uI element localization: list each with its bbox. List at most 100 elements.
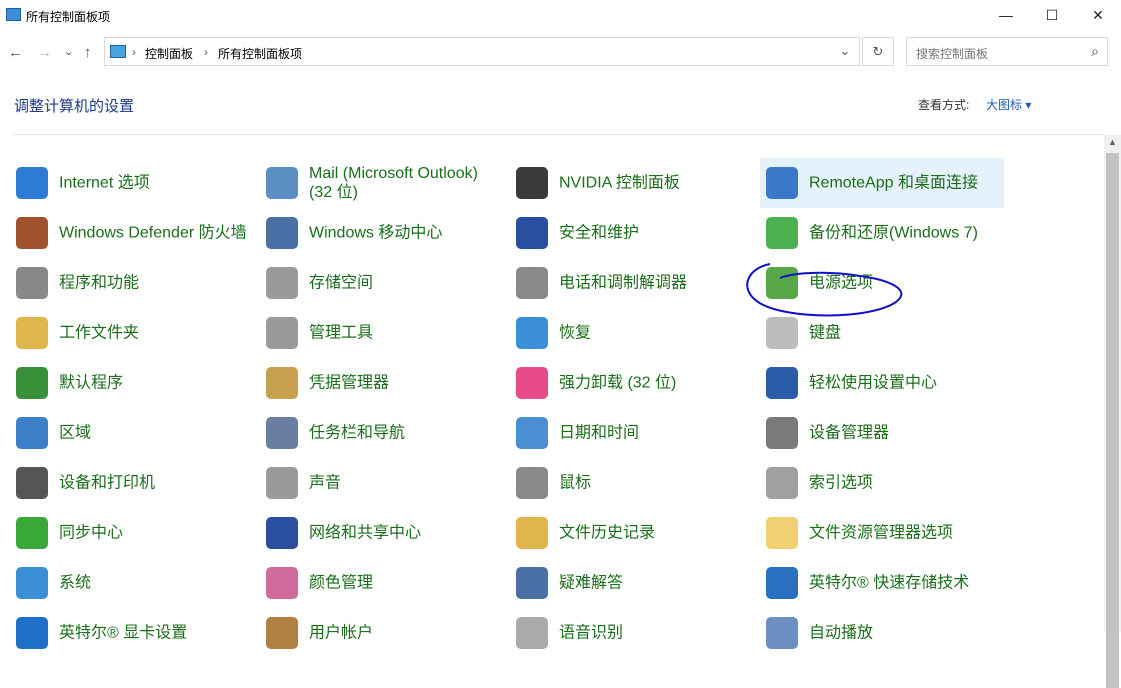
- control-panel-item[interactable]: Windows 移动中心: [260, 208, 504, 258]
- item-icon: [516, 567, 548, 599]
- scrollbar-thumb[interactable]: [1106, 153, 1119, 688]
- refresh-button[interactable]: ↻: [862, 37, 894, 66]
- search-icon[interactable]: ⌕: [1091, 43, 1099, 60]
- item-icon: [16, 517, 48, 549]
- search-placeholder: 搜索控制面板: [916, 45, 988, 62]
- up-button[interactable]: ↑: [84, 44, 92, 61]
- item-label: 语音识别: [559, 624, 754, 643]
- item-label: RemoteApp 和桌面连接: [809, 174, 1004, 193]
- control-panel-item[interactable]: 语音识别: [510, 608, 754, 658]
- control-panel-item[interactable]: 恢复: [510, 308, 754, 358]
- item-icon: [516, 267, 548, 299]
- control-panel-item[interactable]: 用户帐户: [260, 608, 504, 658]
- item-icon: [516, 367, 548, 399]
- control-panel-item[interactable]: 索引选项: [760, 458, 1004, 508]
- control-panel-item[interactable]: 疑难解答: [510, 558, 754, 608]
- control-panel-item[interactable]: 安全和维护: [510, 208, 754, 258]
- control-panel-item[interactable]: 网络和共享中心: [260, 508, 504, 558]
- scroll-up-arrow[interactable]: ▲: [1104, 137, 1121, 147]
- item-label: 日期和时间: [559, 424, 754, 443]
- control-panel-item[interactable]: 鼠标: [510, 458, 754, 508]
- control-panel-item[interactable]: 默认程序: [10, 358, 254, 408]
- control-panel-item[interactable]: 同步中心: [10, 508, 254, 558]
- control-panel-item[interactable]: 设备和打印机: [10, 458, 254, 508]
- control-panel-item[interactable]: 强力卸载 (32 位): [510, 358, 754, 408]
- control-panel-item[interactable]: 文件资源管理器选项: [760, 508, 1004, 558]
- control-panel-item[interactable]: 电话和调制解调器: [510, 258, 754, 308]
- control-panel-item[interactable]: 程序和功能: [10, 258, 254, 308]
- item-icon: [516, 467, 548, 499]
- item-icon: [266, 217, 298, 249]
- control-panel-item[interactable]: 工作文件夹: [10, 308, 254, 358]
- item-icon: [266, 567, 298, 599]
- minimize-button[interactable]: —: [983, 0, 1029, 30]
- control-panel-item[interactable]: Mail (Microsoft Outlook) (32 位): [260, 158, 504, 208]
- control-panel-item[interactable]: 管理工具: [260, 308, 504, 358]
- item-label: 安全和维护: [559, 224, 754, 243]
- control-panel-item[interactable]: 颜色管理: [260, 558, 504, 608]
- breadcrumb-control-panel[interactable]: 控制面板: [145, 45, 193, 62]
- search-input[interactable]: 搜索控制面板 ⌕: [906, 37, 1108, 66]
- address-dropdown-button[interactable]: ⌄: [830, 37, 860, 66]
- control-panel-item[interactable]: 文件历史记录: [510, 508, 754, 558]
- item-icon: [766, 217, 798, 249]
- item-label: 自动播放: [809, 624, 1004, 643]
- control-panel-item[interactable]: 英特尔® 快速存储技术: [760, 558, 1004, 608]
- item-label: 文件历史记录: [559, 524, 754, 543]
- recent-locations-button[interactable]: ⌄: [64, 45, 73, 58]
- view-by-dropdown[interactable]: 大图标 ▾: [986, 96, 1031, 113]
- item-label: 默认程序: [59, 374, 254, 393]
- control-panel-item[interactable]: Internet 选项: [10, 158, 254, 208]
- item-icon: [766, 467, 798, 499]
- item-icon: [16, 467, 48, 499]
- item-icon: [766, 167, 798, 199]
- item-label: Internet 选项: [59, 174, 254, 193]
- item-label: 英特尔® 快速存储技术: [809, 574, 1004, 593]
- item-label: NVIDIA 控制面板: [559, 174, 754, 193]
- control-panel-item[interactable]: 区域: [10, 408, 254, 458]
- item-icon: [766, 417, 798, 449]
- control-panel-item[interactable]: 声音: [260, 458, 504, 508]
- item-label: 设备管理器: [809, 424, 1004, 443]
- item-label: 强力卸载 (32 位): [559, 374, 754, 393]
- item-label: Windows Defender 防火墙: [59, 224, 254, 243]
- control-panel-item[interactable]: 任务栏和导航: [260, 408, 504, 458]
- control-panel-item[interactable]: 日期和时间: [510, 408, 754, 458]
- control-panel-item[interactable]: RemoteApp 和桌面连接: [760, 158, 1004, 208]
- vertical-scrollbar[interactable]: ▲: [1104, 135, 1121, 632]
- control-panel-item[interactable]: 设备管理器: [760, 408, 1004, 458]
- control-panel-item[interactable]: 存储空间: [260, 258, 504, 308]
- item-label: 凭据管理器: [309, 374, 504, 393]
- item-icon: [16, 617, 48, 649]
- title-bar: 所有控制面板项 — ☐ ✕: [0, 0, 1121, 32]
- item-icon: [516, 317, 548, 349]
- control-panel-item[interactable]: 系统: [10, 558, 254, 608]
- item-icon: [16, 217, 48, 249]
- back-button[interactable]: ←: [8, 44, 23, 61]
- item-icon: [266, 417, 298, 449]
- item-label: 恢复: [559, 324, 754, 343]
- item-label: 系统: [59, 574, 254, 593]
- control-panel-item[interactable]: 凭据管理器: [260, 358, 504, 408]
- item-label: 任务栏和导航: [309, 424, 504, 443]
- control-panel-item[interactable]: 备份和还原(Windows 7): [760, 208, 1004, 258]
- control-panel-item[interactable]: 自动播放: [760, 608, 1004, 658]
- item-label: 索引选项: [809, 474, 1004, 493]
- control-panel-item[interactable]: Windows Defender 防火墙: [10, 208, 254, 258]
- control-panel-item[interactable]: 轻松使用设置中心: [760, 358, 1004, 408]
- address-bar[interactable]: › 控制面板 › 所有控制面板项: [104, 37, 860, 66]
- control-panel-item[interactable]: NVIDIA 控制面板: [510, 158, 754, 208]
- hand-drawn-circle-annotation: [740, 258, 910, 322]
- item-label: 用户帐户: [309, 624, 504, 643]
- item-icon: [16, 167, 48, 199]
- breadcrumb-all-items[interactable]: 所有控制面板项: [218, 45, 302, 62]
- item-label: Mail (Microsoft Outlook) (32 位): [309, 164, 504, 202]
- control-panel-item[interactable]: 英特尔® 显卡设置: [10, 608, 254, 658]
- forward-button[interactable]: →: [37, 44, 52, 61]
- maximize-button[interactable]: ☐: [1029, 0, 1075, 30]
- item-icon: [16, 367, 48, 399]
- window-title: 所有控制面板项: [26, 8, 110, 25]
- item-icon: [516, 217, 548, 249]
- item-label: 程序和功能: [59, 274, 254, 293]
- close-button[interactable]: ✕: [1075, 0, 1121, 30]
